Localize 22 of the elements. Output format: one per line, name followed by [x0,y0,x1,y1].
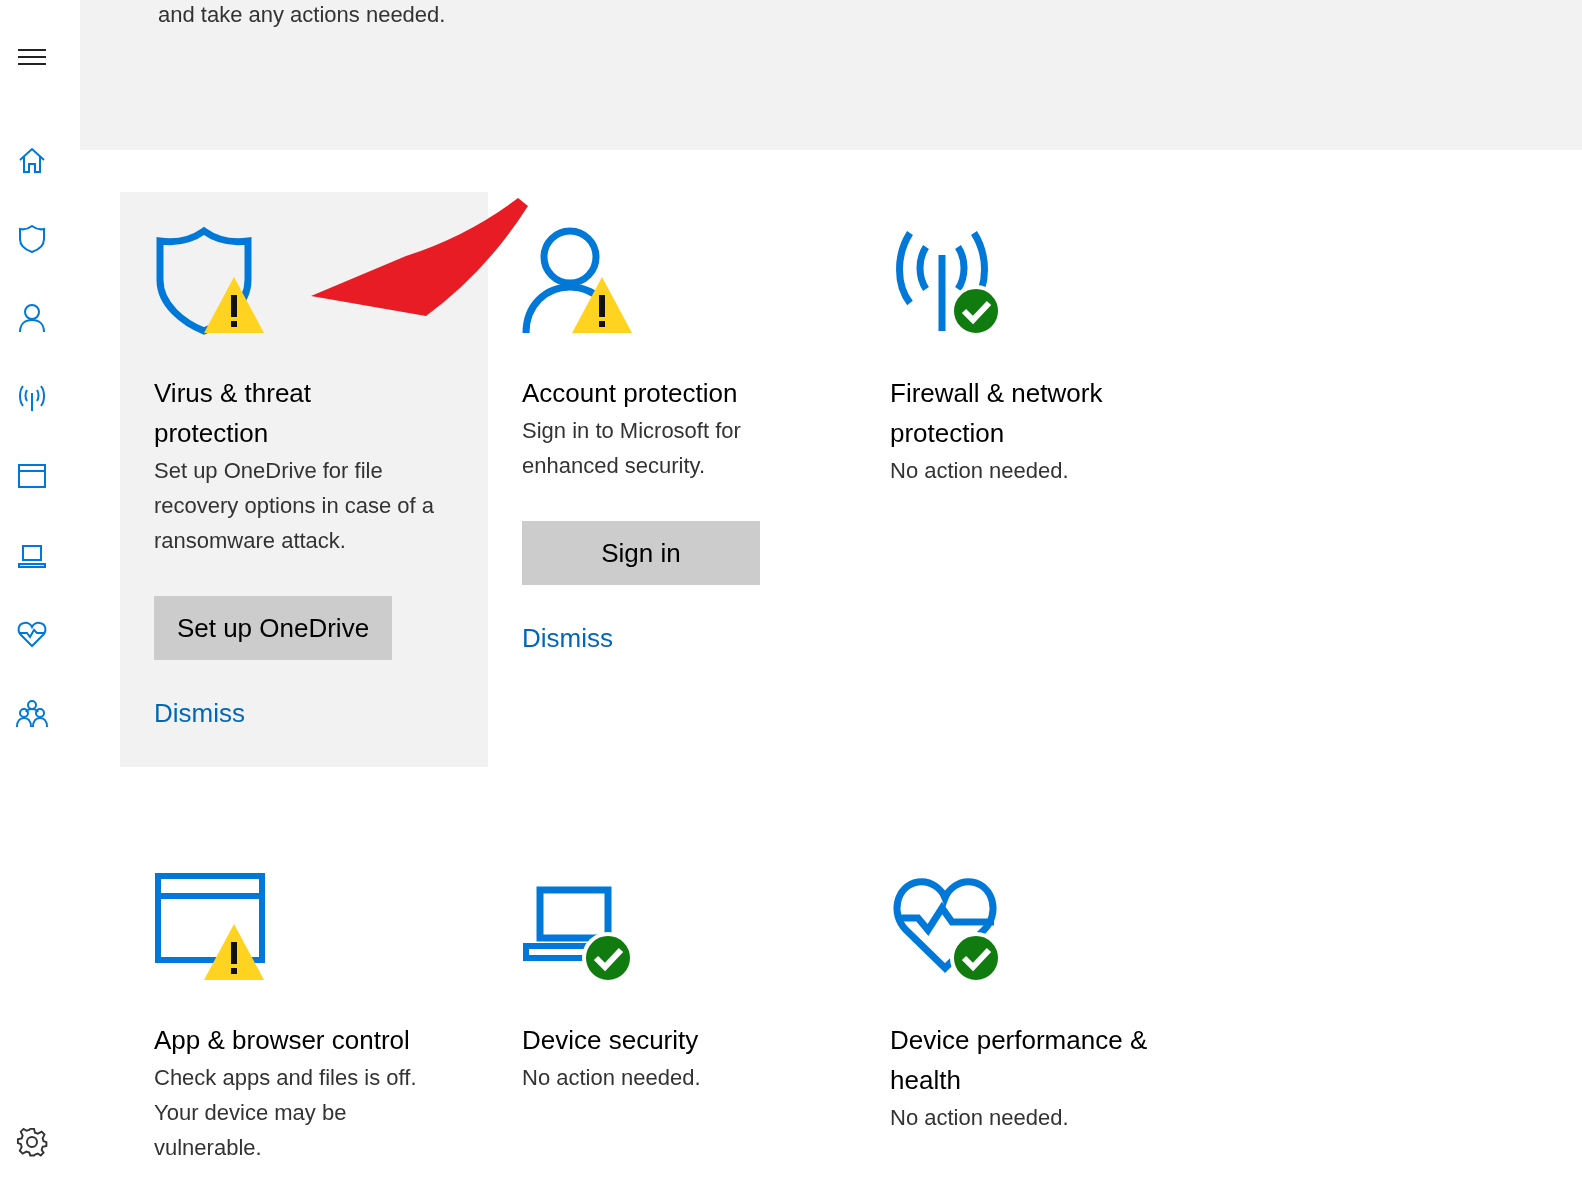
card-title: App & browser control [154,1024,411,1057]
card-title: Virus & threat protection [154,377,313,450]
card-description: Check apps and files is off. Your device may be vulnerable. [154,1064,418,1162]
person-icon[interactable] [16,302,48,334]
people-icon[interactable] [16,697,48,729]
action-button[interactable]: Sign in [522,521,760,585]
banner-text: and take any actions needed. [158,2,447,28]
dismiss-link[interactable]: Dismiss [154,698,245,729]
card-description: No action needed. [890,1104,1070,1132]
card-description: No action needed. [522,1064,702,1092]
settings-icon[interactable] [16,1126,48,1158]
card-title: Account protection [522,377,739,410]
card-title: Device performance & health [890,1024,1149,1097]
card-title: Device security [522,1024,700,1057]
card-description: No action needed. [890,457,1070,485]
action-button[interactable]: Set up OneDrive [154,596,392,660]
card-description: Set up OneDrive for file recovery options in case of a ransomware attack. [154,457,436,555]
shield-icon[interactable] [16,223,48,255]
highlighted-card[interactable]: Virus & threat protection Set up OneDrive for file recovery options in case of a ransomware attack. Set up OneDrive Dismiss [120,192,488,767]
dismiss-link[interactable]: Dismiss [522,623,613,654]
card-description: Sign in to Microsoft for enhanced security. [522,417,742,480]
card-title: Firewall & network protection [890,377,1104,450]
